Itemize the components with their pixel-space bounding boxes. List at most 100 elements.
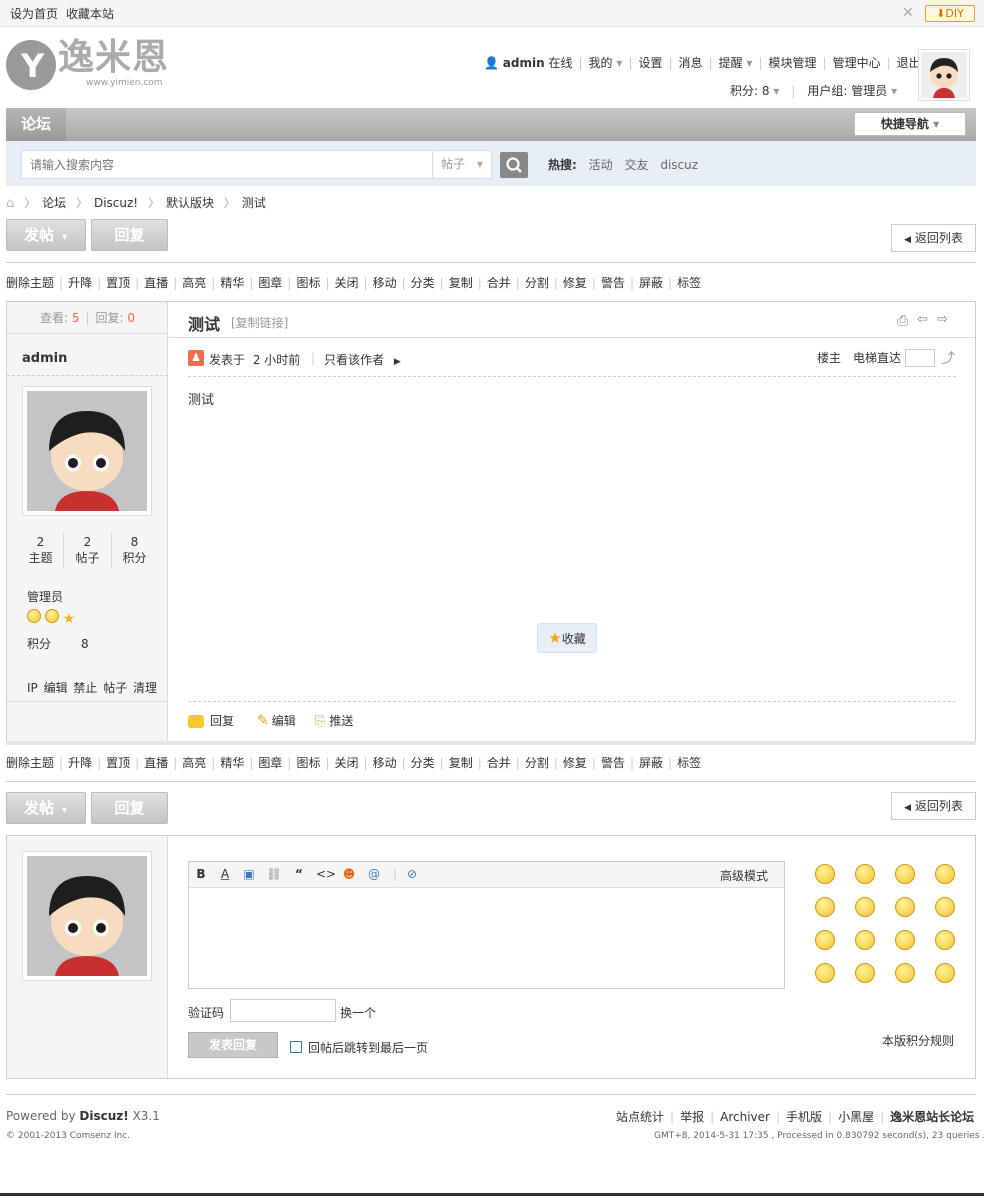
link-icon[interactable]: ⛓ bbox=[266, 867, 282, 881]
post-edit-action[interactable]: ✎ 编辑 bbox=[257, 712, 296, 729]
quick-nav-button[interactable]: 快捷导航 ▾ bbox=[854, 112, 966, 136]
set-home-link[interactable]: 设为首页 bbox=[10, 5, 58, 22]
mod-action[interactable]: 图标 bbox=[296, 756, 320, 770]
mod-action[interactable]: 标签 bbox=[677, 756, 701, 770]
print-icon[interactable]: ⎙ bbox=[897, 313, 908, 329]
favorite-button[interactable]: ★收藏 bbox=[537, 623, 597, 653]
breadcrumb-item[interactable]: 论坛 bbox=[42, 196, 66, 210]
bold-icon[interactable]: B bbox=[193, 867, 209, 881]
mod-action[interactable]: 图标 bbox=[296, 276, 320, 290]
mod-action[interactable]: 删除主题 bbox=[6, 276, 54, 290]
reminder-menu[interactable]: 提醒 ▾ bbox=[719, 56, 753, 70]
mod-action[interactable]: 移动 bbox=[373, 756, 397, 770]
smiley-icon[interactable] bbox=[895, 864, 915, 884]
messages-link[interactable]: 消息 bbox=[679, 56, 703, 70]
mod-action[interactable]: 删除主题 bbox=[6, 756, 54, 770]
breadcrumb-item[interactable]: 默认版块 bbox=[166, 196, 214, 210]
settings-link[interactable]: 设置 bbox=[638, 56, 662, 70]
smiley-icon[interactable] bbox=[935, 864, 955, 884]
points-rules-link[interactable]: 本版积分规则 bbox=[882, 1032, 954, 1049]
smiley-icon[interactable] bbox=[855, 897, 875, 917]
diy-button[interactable]: ⬇DIY bbox=[925, 5, 975, 22]
prev-thread-icon[interactable]: ⇦ bbox=[917, 312, 928, 327]
author-stat-posts[interactable]: 2 帖子 bbox=[64, 534, 111, 566]
jump-last-option[interactable]: 回帖后跳转到最后一页 bbox=[290, 1039, 428, 1056]
mod-action[interactable]: 复制 bbox=[449, 276, 473, 290]
author-stat-topics[interactable]: 2 主题 bbox=[17, 534, 64, 566]
post-reply-action[interactable]: 回复 bbox=[188, 712, 234, 729]
smiley-icon[interactable] bbox=[815, 930, 835, 950]
hot-search-link[interactable]: 活动 bbox=[589, 158, 613, 172]
mod-action[interactable]: 直播 bbox=[144, 276, 168, 290]
new-post-button[interactable]: 发帖 ▾ bbox=[6, 792, 86, 824]
font-color-icon[interactable]: A bbox=[217, 867, 233, 881]
jump-floor-input[interactable] bbox=[905, 349, 935, 367]
user-group-menu[interactable]: 用户组: 管理员 ▾ bbox=[807, 84, 897, 98]
smiley-icon[interactable] bbox=[895, 930, 915, 950]
avatar[interactable] bbox=[22, 851, 152, 981]
home-icon[interactable]: ⌂ bbox=[6, 196, 14, 211]
points-menu[interactable]: 积分: 8 ▾ bbox=[730, 84, 779, 98]
mod-action[interactable]: 关闭 bbox=[335, 756, 359, 770]
checkbox[interactable] bbox=[290, 1041, 302, 1053]
search-type-select[interactable]: 帖子 ▾ bbox=[432, 150, 492, 179]
author-avatar[interactable] bbox=[22, 386, 152, 516]
reply-textarea[interactable] bbox=[189, 888, 784, 988]
smiley-icon[interactable] bbox=[815, 963, 835, 983]
footer-link[interactable]: Archiver bbox=[720, 1110, 770, 1124]
captcha-change-link[interactable]: 换一个 bbox=[340, 1004, 376, 1021]
author-name[interactable]: admin bbox=[22, 351, 67, 366]
back-to-list-button[interactable]: ◀ 返回列表 bbox=[891, 792, 976, 820]
mod-action[interactable]: 屏蔽 bbox=[639, 756, 663, 770]
avatar[interactable] bbox=[918, 49, 970, 101]
mod-action[interactable]: 警告 bbox=[601, 756, 625, 770]
footer-site-link[interactable]: 逸米恩站长论坛 bbox=[890, 1110, 974, 1124]
mod-action[interactable]: 标签 bbox=[677, 276, 701, 290]
copy-link[interactable]: [复制链接] bbox=[231, 314, 288, 331]
mod-action[interactable]: 修复 bbox=[563, 276, 587, 290]
footer-link[interactable]: 手机版 bbox=[786, 1110, 822, 1124]
collapse-icon[interactable]: ✕ bbox=[902, 5, 918, 21]
mod-action[interactable]: 合并 bbox=[487, 756, 511, 770]
post-push-action[interactable]: ⎘ 推送 bbox=[315, 712, 353, 729]
smiley-icon[interactable]: ☻ bbox=[341, 867, 357, 881]
footer-link[interactable]: 小黑屋 bbox=[838, 1110, 874, 1124]
smiley-icon[interactable] bbox=[935, 897, 955, 917]
attachment-icon[interactable]: ⊘ bbox=[404, 867, 420, 881]
nav-forum[interactable]: 论坛 bbox=[6, 108, 66, 141]
mod-action[interactable]: 高亮 bbox=[182, 756, 206, 770]
image-icon[interactable]: ▣ bbox=[241, 867, 257, 881]
smiley-icon[interactable] bbox=[895, 963, 915, 983]
breadcrumb-item[interactable]: 测试 bbox=[242, 196, 266, 210]
search-button[interactable] bbox=[500, 152, 528, 178]
at-icon[interactable]: @ bbox=[366, 867, 382, 881]
captcha-input[interactable] bbox=[230, 999, 336, 1022]
new-post-button[interactable]: 发帖 ▾ bbox=[6, 219, 86, 251]
smiley-icon[interactable] bbox=[855, 930, 875, 950]
code-icon[interactable]: <> bbox=[316, 867, 336, 881]
jump-go-icon[interactable]: ⤴ bbox=[941, 348, 955, 368]
reply-button[interactable]: 回复 bbox=[91, 792, 168, 824]
author-admin-tools[interactable]: IP 编辑 禁止 帖子 清理 bbox=[27, 679, 157, 696]
mod-action[interactable]: 复制 bbox=[449, 756, 473, 770]
mod-action[interactable]: 升降 bbox=[68, 276, 92, 290]
smiley-icon[interactable] bbox=[855, 864, 875, 884]
smiley-icon[interactable] bbox=[815, 897, 835, 917]
breadcrumb-item[interactable]: Discuz! bbox=[94, 196, 138, 210]
mod-action[interactable]: 合并 bbox=[487, 276, 511, 290]
mod-action[interactable]: 升降 bbox=[68, 756, 92, 770]
next-thread-icon[interactable]: ⇨ bbox=[937, 312, 948, 327]
username-link[interactable]: admin bbox=[503, 56, 545, 70]
only-author-link[interactable]: 只看该作者 ▶ bbox=[324, 351, 401, 368]
mod-action[interactable]: 分割 bbox=[525, 756, 549, 770]
mod-action[interactable]: 关闭 bbox=[335, 276, 359, 290]
mod-action[interactable]: 精华 bbox=[220, 756, 244, 770]
mod-action[interactable]: 屏蔽 bbox=[639, 276, 663, 290]
smiley-icon[interactable] bbox=[895, 897, 915, 917]
author-group[interactable]: 管理员 bbox=[27, 588, 63, 605]
smiley-icon[interactable] bbox=[855, 963, 875, 983]
block-manage-link[interactable]: 模块管理 bbox=[769, 56, 817, 70]
back-to-list-button[interactable]: ◀ 返回列表 bbox=[891, 224, 976, 252]
mod-action[interactable]: 警告 bbox=[601, 276, 625, 290]
mod-action[interactable]: 修复 bbox=[563, 756, 587, 770]
